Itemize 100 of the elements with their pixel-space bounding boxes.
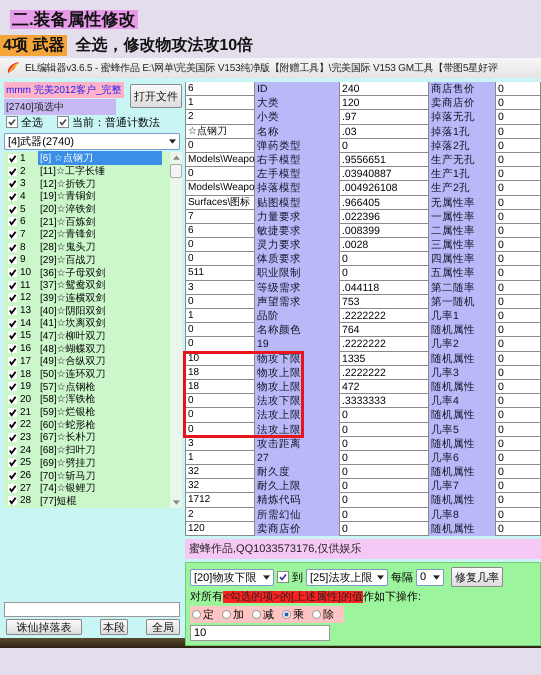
value-cell[interactable]: 120 xyxy=(185,522,255,536)
item-checkbox[interactable] xyxy=(8,331,17,340)
start-field-dropdown[interactable]: [20]物攻下限 xyxy=(190,568,274,586)
item-row[interactable]: 12 [39]☆连横双剑 xyxy=(8,292,170,304)
item-checkbox[interactable] xyxy=(8,166,17,176)
item-row[interactable]: 26 [70]☆斩马刀 xyxy=(8,469,170,482)
item-row[interactable]: 13 [40]☆阴阳双剑 xyxy=(8,304,170,317)
item-row[interactable]: 4 [19]☆青铜剑 xyxy=(8,190,170,203)
value-cell[interactable]: 0 xyxy=(495,436,541,451)
value-cell[interactable]: 0 xyxy=(495,238,541,252)
value-cell[interactable]: .03 xyxy=(339,124,429,139)
mode-radio[interactable] xyxy=(312,610,321,619)
item-checkbox[interactable] xyxy=(8,293,17,302)
value-cell[interactable]: Models\Weapo xyxy=(185,181,255,196)
value-cell[interactable]: 0 xyxy=(495,196,541,210)
value-cell[interactable]: 0 xyxy=(495,352,541,366)
value-cell[interactable]: Models\Weapo xyxy=(185,152,255,168)
value-cell[interactable]: 0 xyxy=(495,479,541,494)
item-row[interactable]: 15 [47]☆柳叶双刀 xyxy=(8,330,170,342)
item-checkbox[interactable] xyxy=(8,344,17,354)
mode-radio[interactable] xyxy=(222,610,231,619)
value-cell[interactable]: 0 xyxy=(185,408,255,422)
item-checkbox[interactable] xyxy=(8,255,17,264)
value-cell[interactable]: 0 xyxy=(185,238,255,252)
value-cell[interactable]: 0 xyxy=(495,152,541,168)
item-row[interactable]: 19 [57]☆点钢枪 xyxy=(8,380,170,394)
value-cell[interactable]: 0 xyxy=(495,266,541,281)
item-checkbox[interactable] xyxy=(8,204,17,214)
item-checkbox[interactable] xyxy=(8,382,17,392)
item-checkbox[interactable] xyxy=(8,230,17,239)
item-row[interactable]: 18 [50]☆连环双刀 xyxy=(8,368,170,380)
item-row[interactable]: 9 [29]☆百战刀 xyxy=(8,254,170,266)
scroll-down-icon[interactable] xyxy=(172,500,180,505)
item-checkbox[interactable] xyxy=(8,318,17,328)
value-cell[interactable]: .2222222 xyxy=(339,309,429,324)
value-cell[interactable]: 0 xyxy=(495,82,541,96)
value-cell[interactable]: 0 xyxy=(339,508,429,522)
value-cell[interactable]: 0 xyxy=(185,337,255,352)
item-row[interactable]: 5 [20]☆淬铁剑 xyxy=(8,202,170,216)
value-cell[interactable]: 18 xyxy=(185,380,255,394)
item-row[interactable]: 28 [77]短棍 xyxy=(8,494,170,508)
item-checkbox[interactable] xyxy=(8,154,17,163)
mode-radio[interactable] xyxy=(282,610,291,619)
item-checkbox[interactable] xyxy=(8,446,17,455)
item-row[interactable]: 2 [11]☆工字长锤 xyxy=(8,164,170,178)
value-cell[interactable]: 3 xyxy=(185,280,255,295)
item-row[interactable]: 22 [60]☆蛇形枪 xyxy=(8,418,170,432)
value-cell[interactable]: 0 xyxy=(339,436,429,451)
interval-dropdown[interactable]: 0 xyxy=(416,568,444,586)
value-cell[interactable]: 7 xyxy=(185,210,255,224)
value-cell[interactable]: 0 xyxy=(495,210,541,224)
value-cell[interactable]: .004926108 xyxy=(339,181,429,196)
range-checkbox[interactable] xyxy=(277,571,289,583)
item-row[interactable]: 8 [28]☆鬼头刀 xyxy=(8,240,170,254)
value-cell[interactable]: 6 xyxy=(185,82,255,96)
item-row[interactable]: 7 [22]☆青锋剑 xyxy=(8,228,170,241)
value-cell[interactable]: 0 xyxy=(495,252,541,266)
value-cell[interactable]: 1712 xyxy=(185,493,255,508)
value-cell[interactable]: 32 xyxy=(185,479,255,494)
mode-radio[interactable] xyxy=(252,610,261,619)
item-row[interactable]: 17 [49]☆合纵双刀 xyxy=(8,355,170,368)
value-cell[interactable]: 2 xyxy=(185,508,255,522)
value-cell[interactable]: 0 xyxy=(339,408,429,422)
value-cell[interactable]: .2222222 xyxy=(339,337,429,352)
item-checkbox[interactable] xyxy=(8,420,17,430)
item-checkbox[interactable] xyxy=(8,408,17,417)
fix-rates-button[interactable]: 修复几率 xyxy=(451,567,503,587)
item-row[interactable]: 25 [69]☆劈挂刀 xyxy=(8,456,170,470)
value-cell[interactable]: 1 xyxy=(185,96,255,110)
item-row[interactable]: 1 [6] ☆点钢刀 xyxy=(8,152,170,165)
action-button[interactable]: 本段 xyxy=(100,619,128,635)
scrollbar[interactable] xyxy=(170,152,182,508)
value-cell[interactable]: 32 xyxy=(185,465,255,480)
value-cell[interactable]: 0 xyxy=(495,167,541,182)
value-cell[interactable]: 0 xyxy=(339,266,429,281)
amount-field[interactable]: 10 xyxy=(190,625,330,641)
open-file-button[interactable]: 打开文件 xyxy=(130,84,182,108)
scroll-thumb[interactable] xyxy=(170,164,182,178)
end-field-dropdown[interactable]: [25]法攻上限 xyxy=(306,568,388,586)
item-checkbox[interactable] xyxy=(8,280,17,290)
item-checkbox[interactable] xyxy=(8,370,17,379)
value-cell[interactable]: 0 xyxy=(495,323,541,338)
value-cell[interactable]: 1 xyxy=(185,309,255,324)
value-cell[interactable]: 764 xyxy=(339,323,429,338)
value-cell[interactable]: 511 xyxy=(185,266,255,281)
value-cell[interactable]: .9556651 xyxy=(339,152,429,168)
value-cell[interactable]: 0 xyxy=(495,408,541,422)
item-row[interactable]: 21 [59]☆烂银枪 xyxy=(8,406,170,418)
item-checkbox[interactable] xyxy=(8,179,17,188)
value-cell[interactable]: 0 xyxy=(495,394,541,408)
item-row[interactable]: 20 [58]☆浑铁枪 xyxy=(8,393,170,406)
item-checkbox[interactable] xyxy=(8,471,17,480)
action-button[interactable]: 诛仙掉落表 xyxy=(6,619,82,635)
value-cell[interactable]: 0 xyxy=(339,465,429,480)
item-checkbox[interactable] xyxy=(8,458,17,468)
item-checkbox[interactable] xyxy=(8,432,17,442)
value-cell[interactable]: 0 xyxy=(495,96,541,110)
value-cell[interactable]: .0028 xyxy=(339,238,429,252)
item-row[interactable]: 6 [21]☆百炼剑 xyxy=(8,215,170,228)
item-checkbox[interactable] xyxy=(8,217,17,226)
